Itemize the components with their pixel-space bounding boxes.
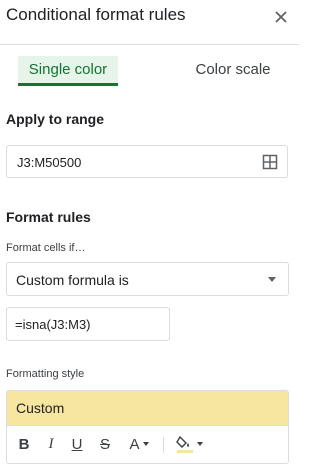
strikethrough-button[interactable]: S bbox=[97, 431, 113, 457]
fill-color-button[interactable] bbox=[171, 431, 207, 457]
text-color-button[interactable]: A bbox=[125, 431, 153, 457]
range-input[interactable]: J3:M50500 bbox=[6, 145, 288, 178]
condition-dropdown[interactable]: Custom formula is bbox=[6, 262, 289, 296]
close-icon[interactable] bbox=[271, 7, 291, 27]
chevron-down-icon bbox=[142, 442, 149, 446]
format-rules-heading: Format rules bbox=[6, 209, 91, 225]
style-preview-text: Custom bbox=[16, 400, 65, 416]
style-toolbar: B I U S A bbox=[7, 427, 288, 463]
paint-bucket-icon bbox=[175, 435, 193, 453]
range-value: J3:M50500 bbox=[17, 155, 82, 170]
tab-single-color-label: Single color bbox=[28, 61, 108, 78]
formatting-style-label: Formatting style bbox=[6, 368, 85, 380]
condition-value: Custom formula is bbox=[16, 272, 129, 288]
tab-single-color[interactable]: Single color bbox=[18, 56, 118, 86]
tab-color-scale[interactable]: Color scale bbox=[178, 56, 288, 84]
underline-button[interactable]: U bbox=[69, 431, 85, 457]
apply-to-range-heading: Apply to range bbox=[6, 111, 105, 127]
panel-header: Conditional format rules bbox=[0, 0, 299, 45]
select-range-grid-icon[interactable] bbox=[262, 154, 278, 170]
chevron-down-icon bbox=[268, 277, 276, 282]
tab-color-scale-label: Color scale bbox=[195, 61, 271, 78]
style-preview-dropdown[interactable]: Custom bbox=[7, 391, 288, 426]
text-color-icon: A bbox=[129, 435, 140, 453]
bold-button[interactable]: B bbox=[16, 431, 32, 457]
formatting-style-box: Custom B I U S A bbox=[6, 390, 289, 464]
italic-button[interactable]: I bbox=[43, 431, 59, 457]
selected-tab-indicator bbox=[18, 83, 118, 86]
formula-value: =isna(J3:M3) bbox=[15, 317, 91, 332]
toolbar-divider bbox=[163, 437, 164, 453]
custom-formula-input[interactable]: =isna(J3:M3) bbox=[6, 307, 170, 341]
format-cells-if-label: Format cells if… bbox=[6, 242, 86, 254]
format-type-tabs: Single color Color scale bbox=[0, 44, 299, 92]
panel-title: Conditional format rules bbox=[6, 5, 186, 24]
chevron-down-icon bbox=[196, 442, 203, 446]
